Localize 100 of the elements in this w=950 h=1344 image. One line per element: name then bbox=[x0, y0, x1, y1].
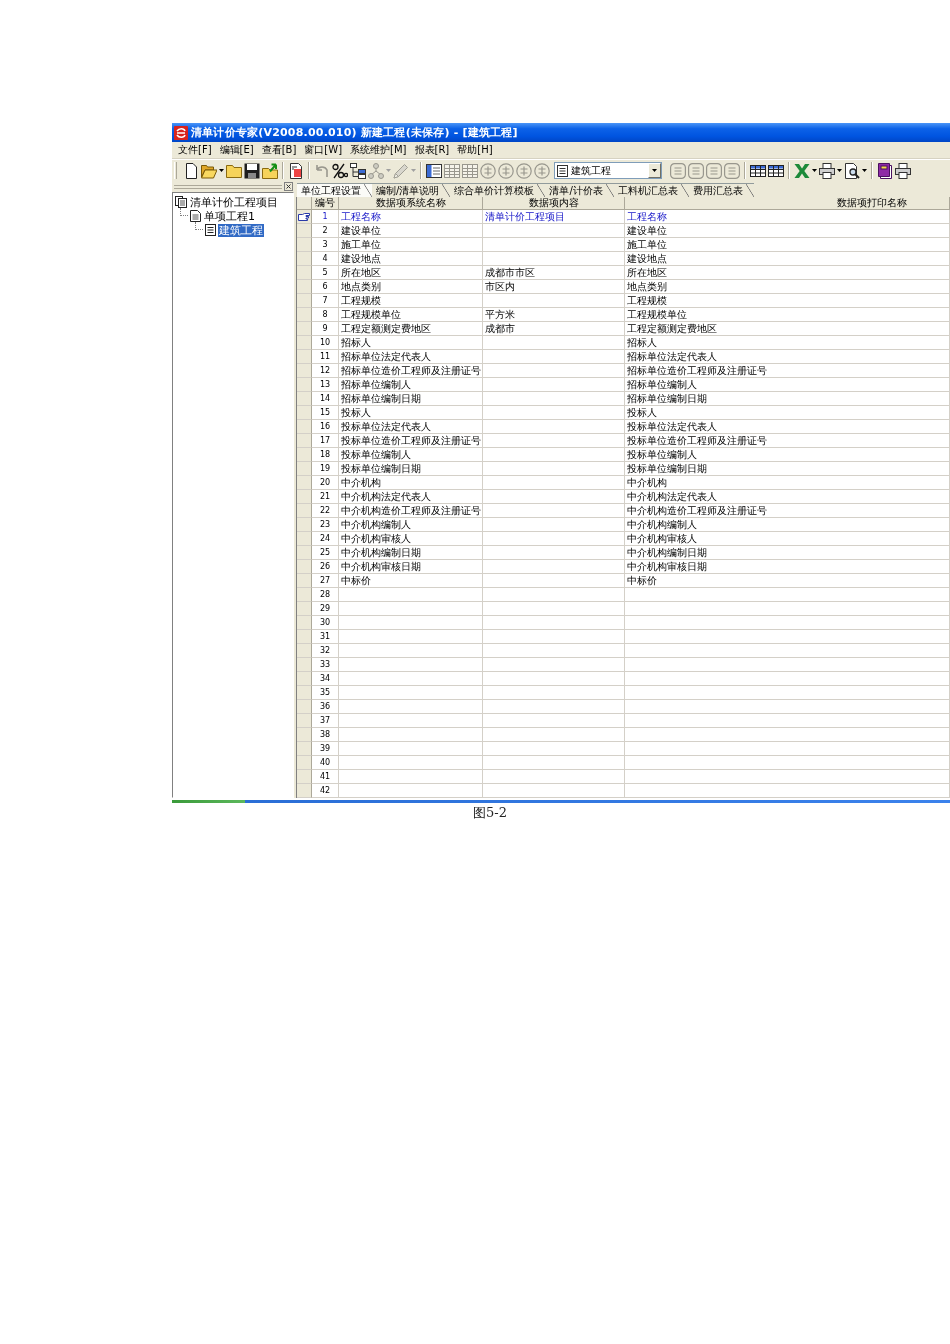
table-cell: 投标单位编制日期 bbox=[625, 462, 950, 476]
document-icon bbox=[190, 210, 201, 222]
table-cell: 招标单位编制人 bbox=[339, 378, 483, 392]
row-number: 16 bbox=[312, 420, 339, 434]
row-number: 36 bbox=[312, 700, 339, 714]
row-number: 35 bbox=[312, 686, 339, 700]
tab[interactable]: 工料机汇总表 bbox=[613, 183, 689, 197]
table-cell: 建设单位 bbox=[625, 224, 950, 238]
table-cell: 招标单位造价工程师及注册证号 bbox=[625, 364, 950, 378]
tab[interactable]: 费用汇总表 bbox=[688, 183, 754, 197]
folder-icon[interactable] bbox=[226, 162, 242, 179]
caret-icon[interactable] bbox=[652, 169, 657, 172]
column-header: 数据项内容 bbox=[483, 197, 625, 210]
table-cell: 中介机构法定代表人 bbox=[625, 490, 950, 504]
row-number: 27 bbox=[312, 574, 339, 588]
row-number: 30 bbox=[312, 616, 339, 630]
menu-item[interactable]: 文件[F] bbox=[174, 143, 216, 157]
percent-icon[interactable] bbox=[332, 162, 348, 179]
row-number: 31 bbox=[312, 630, 339, 644]
row-number: 24 bbox=[312, 532, 339, 546]
table-icon[interactable] bbox=[768, 162, 784, 179]
table-cell: 投标人 bbox=[339, 406, 483, 420]
tree-item[interactable]: 建筑工程 bbox=[218, 223, 264, 237]
table-cell: 招标人 bbox=[625, 336, 950, 350]
printer-icon[interactable] bbox=[895, 162, 911, 179]
folder-arrow-icon[interactable] bbox=[262, 162, 278, 179]
row-number: 7 bbox=[312, 294, 339, 308]
document-icon[interactable] bbox=[288, 162, 304, 179]
dropdown-button[interactable] bbox=[648, 163, 661, 178]
tree-item[interactable]: 单项工程1 bbox=[203, 209, 256, 223]
row-selector[interactable] bbox=[297, 210, 312, 224]
table-cell: 投标单位法定代表人 bbox=[625, 420, 950, 434]
row-number: 15 bbox=[312, 406, 339, 420]
table-cell: 工程名称 bbox=[339, 210, 483, 224]
tab[interactable]: 单位工程设置 bbox=[297, 183, 372, 197]
table-cell: 中介机构编制人 bbox=[339, 518, 483, 532]
table-cell: 投标单位编制人 bbox=[625, 448, 950, 462]
table-cell: 所在地区 bbox=[625, 266, 950, 280]
book-icon[interactable] bbox=[877, 162, 893, 179]
x-mark-icon[interactable] bbox=[794, 162, 810, 179]
row-number: 9 bbox=[312, 322, 339, 336]
tree-icon[interactable] bbox=[350, 162, 366, 179]
blank-page-icon[interactable] bbox=[183, 162, 199, 179]
figure-caption: 图5-2 bbox=[473, 805, 507, 821]
table-cell: 招标单位法定代表人 bbox=[339, 350, 483, 364]
menu-item[interactable]: 编辑[E] bbox=[215, 143, 258, 157]
caret-icon[interactable] bbox=[862, 169, 867, 172]
project-dropdown[interactable]: 建筑工程 bbox=[554, 162, 662, 179]
save-icon[interactable] bbox=[244, 162, 260, 179]
table-cell: 建设地点 bbox=[339, 252, 483, 266]
page-magnifier-icon[interactable] bbox=[844, 162, 860, 179]
tab[interactable]: 清单/计价表 bbox=[545, 183, 614, 197]
menu-item[interactable]: 报表[R] bbox=[410, 143, 454, 157]
table-cell: 投标单位造价工程师及注册证号 bbox=[339, 434, 483, 448]
row-number: 38 bbox=[312, 728, 339, 742]
table-cell: 地点类别 bbox=[339, 280, 483, 294]
table-cell: 中介机构编制日期 bbox=[625, 546, 950, 560]
row-number: 20 bbox=[312, 476, 339, 490]
panel-grip[interactable] bbox=[174, 184, 282, 189]
list-icon bbox=[205, 224, 216, 236]
row-number: 39 bbox=[312, 742, 339, 756]
row-number: 25 bbox=[312, 546, 339, 560]
row-number: 4 bbox=[312, 252, 339, 266]
table-cell: 工程名称 bbox=[625, 210, 950, 224]
row-number: 8 bbox=[312, 308, 339, 322]
table-cell: 招标单位编制人 bbox=[625, 378, 950, 392]
caret-icon[interactable] bbox=[837, 169, 842, 172]
menu-item[interactable]: 系统维护[M] bbox=[346, 143, 411, 157]
toolbar-grip[interactable] bbox=[174, 162, 177, 179]
tab[interactable]: 综合单价计算模板 bbox=[450, 183, 546, 197]
menu-item[interactable]: 查看[B] bbox=[257, 143, 301, 157]
close-icon[interactable] bbox=[284, 182, 293, 191]
row-number: 29 bbox=[312, 602, 339, 616]
menu-item[interactable]: 窗口[W] bbox=[300, 143, 347, 157]
menu-item[interactable]: 帮助[H] bbox=[453, 143, 497, 157]
table-cell: 中介机构编制人 bbox=[625, 518, 950, 532]
caret-icon[interactable] bbox=[812, 169, 817, 172]
table-cell: 投标人 bbox=[625, 406, 950, 420]
row-number: 12 bbox=[312, 364, 339, 378]
table-cell: 市区内 bbox=[483, 280, 625, 294]
tree-item[interactable]: 清单计价工程项目 bbox=[189, 195, 279, 209]
row-number: 1 bbox=[312, 210, 339, 224]
table-cell: 投标单位法定代表人 bbox=[339, 420, 483, 434]
table-icon[interactable] bbox=[750, 162, 766, 179]
tab[interactable]: 编制/清单说明 bbox=[372, 183, 451, 197]
table-cell: 工程定额测定费地区 bbox=[339, 322, 483, 336]
printer-icon[interactable] bbox=[819, 162, 835, 179]
table-cell: 建设地点 bbox=[625, 252, 950, 266]
row-number: 3 bbox=[312, 238, 339, 252]
panel-icon[interactable] bbox=[426, 162, 442, 179]
table-cell: 成都市市区 bbox=[483, 266, 625, 280]
table-cell: 地点类别 bbox=[625, 280, 950, 294]
caret-icon[interactable] bbox=[219, 169, 224, 172]
table-cell: 招标单位法定代表人 bbox=[625, 350, 950, 364]
table-cell: 中介机构 bbox=[625, 476, 950, 490]
row-number: 37 bbox=[312, 714, 339, 728]
row-number: 19 bbox=[312, 462, 339, 476]
table-cell: 招标单位编制日期 bbox=[625, 392, 950, 406]
table-cell: 中介机构 bbox=[339, 476, 483, 490]
open-folder-icon[interactable] bbox=[201, 162, 217, 179]
